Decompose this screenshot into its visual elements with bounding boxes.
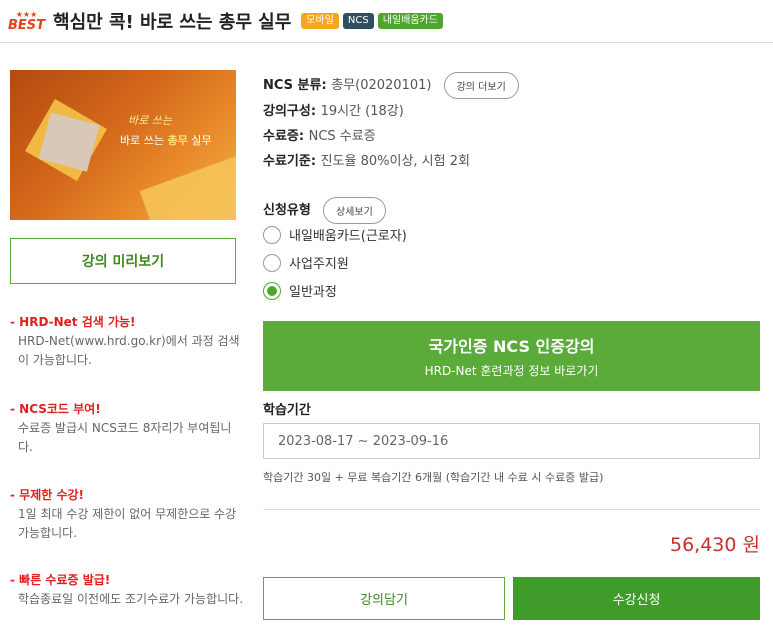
- feature-title: - NCS코드 부여!: [10, 402, 101, 416]
- page-header: ★★★ BEST 핵심만 콕! 바로 쓰는 총무 실무 모바일 NCS 내일배움…: [8, 6, 447, 36]
- period-note: 학습기간 30일 + 무료 복습기간 6개월 (학습기간 내 수료 시 수료증 …: [263, 471, 604, 484]
- radio-label: 사업주지원: [289, 257, 349, 272]
- feature-desc: HRD-Net(www.hrd.go.kr)에서 과정 검색이 가능합니다.: [18, 334, 240, 367]
- info-compose-value: 19시간 (18강): [320, 104, 404, 119]
- info-cert-row: 수료증: NCS 수료증: [263, 129, 376, 144]
- feature-item: - 무제한 수강! 1일 최대 수강 제한이 없어 무제한으로 수강 가능합니다…: [10, 486, 245, 543]
- feature-desc: 1일 최대 수강 제한이 없어 무제한으로 수강 가능합니다.: [18, 507, 237, 540]
- radio-label: 내일배움카드(근로자): [289, 229, 407, 244]
- apply-button[interactable]: 수강신청: [513, 577, 760, 620]
- info-cert-key: 수료증: [263, 129, 299, 144]
- info-compose-row: 강의구성: 19시간 (18강): [263, 104, 404, 119]
- ncs-banner-subtitle: HRD-Net 훈련과정 정보 바로가기: [424, 364, 599, 378]
- info-compose-key: 강의구성: [263, 104, 311, 119]
- preview-button[interactable]: 강의 미리보기: [10, 238, 236, 284]
- period-label: 학습기간: [263, 403, 311, 418]
- info-cert-value: NCS 수료증: [308, 129, 376, 144]
- ncs-banner-link[interactable]: 국가인증 NCS 인증강의 HRD-Net 훈련과정 정보 바로가기: [263, 321, 760, 391]
- feature-item: - NCS코드 부여! 수료증 발급시 NCS코드 8자리가 부여됩니다.: [10, 400, 245, 457]
- best-label: BEST: [8, 17, 46, 33]
- period-field[interactable]: 2023-08-17 ~ 2023-09-16: [263, 423, 760, 459]
- radio-option-general[interactable]: 일반과정: [263, 281, 337, 300]
- feature-title: - 빠른 수료증 발급!: [10, 573, 111, 587]
- feature-title: - HRD-Net 검색 가능!: [10, 315, 136, 329]
- badge-card: 내일배움카드: [377, 13, 443, 29]
- header-divider: [0, 42, 773, 43]
- apply-type-row: 신청유형 상세보기: [263, 197, 386, 224]
- radio-button[interactable]: [263, 253, 281, 272]
- radio-button-selected[interactable]: [263, 281, 281, 300]
- course-thumbnail: 바로 쓰는 바로 쓰는 총무 실무: [10, 70, 236, 220]
- feature-item: - HRD-Net 검색 가능! HRD-Net(www.hrd.go.kr)에…: [10, 313, 245, 370]
- detail-button[interactable]: 상세보기: [322, 197, 386, 224]
- info-ncs-row: NCS 분류: 총무(02020101) 강의 더보기: [263, 72, 519, 99]
- badge-ncs: NCS: [342, 13, 374, 29]
- feature-desc: 수료증 발급시 NCS코드 8자리가 부여됩니다.: [18, 421, 232, 454]
- price: 56,430 원: [669, 534, 760, 556]
- divider: [263, 509, 760, 510]
- info-criteria-row: 수료기준: 진도율 80%이상, 시험 2회: [263, 154, 470, 169]
- info-criteria-key: 수료기준: [263, 154, 311, 169]
- feature-desc: 학습종료일 이전에도 조기수료가 가능합니다.: [18, 592, 244, 606]
- radio-option-employer[interactable]: 사업주지원: [263, 253, 349, 272]
- apply-type-label: 신청유형: [263, 203, 311, 218]
- course-title: 핵심만 콕! 바로 쓰는 총무 실무: [53, 12, 292, 33]
- best-badge: ★★★ BEST: [8, 10, 46, 33]
- radio-button[interactable]: [263, 225, 281, 244]
- radio-option-card[interactable]: 내일배움카드(근로자): [263, 225, 407, 244]
- more-lectures-button[interactable]: 강의 더보기: [443, 72, 519, 99]
- info-criteria-value: 진도율 80%이상, 시험 2회: [320, 154, 470, 169]
- badge-mobile: 모바일: [301, 13, 339, 29]
- add-to-cart-button[interactable]: 강의담기: [263, 577, 505, 620]
- feature-item: - 빠른 수료증 발급! 학습종료일 이전에도 조기수료가 가능합니다.: [10, 571, 245, 609]
- thumbnail-caption: 바로 쓰는 총무 실무: [120, 134, 212, 147]
- info-ncs-value: 총무(02020101): [331, 78, 432, 93]
- thumbnail-cursive-text: 바로 쓰는: [128, 114, 172, 127]
- feature-title: - 무제한 수강!: [10, 488, 85, 502]
- radio-label: 일반과정: [289, 285, 337, 300]
- info-ncs-key: NCS 분류: [263, 78, 322, 93]
- ncs-banner-title: 국가인증 NCS 인증강의: [428, 337, 595, 356]
